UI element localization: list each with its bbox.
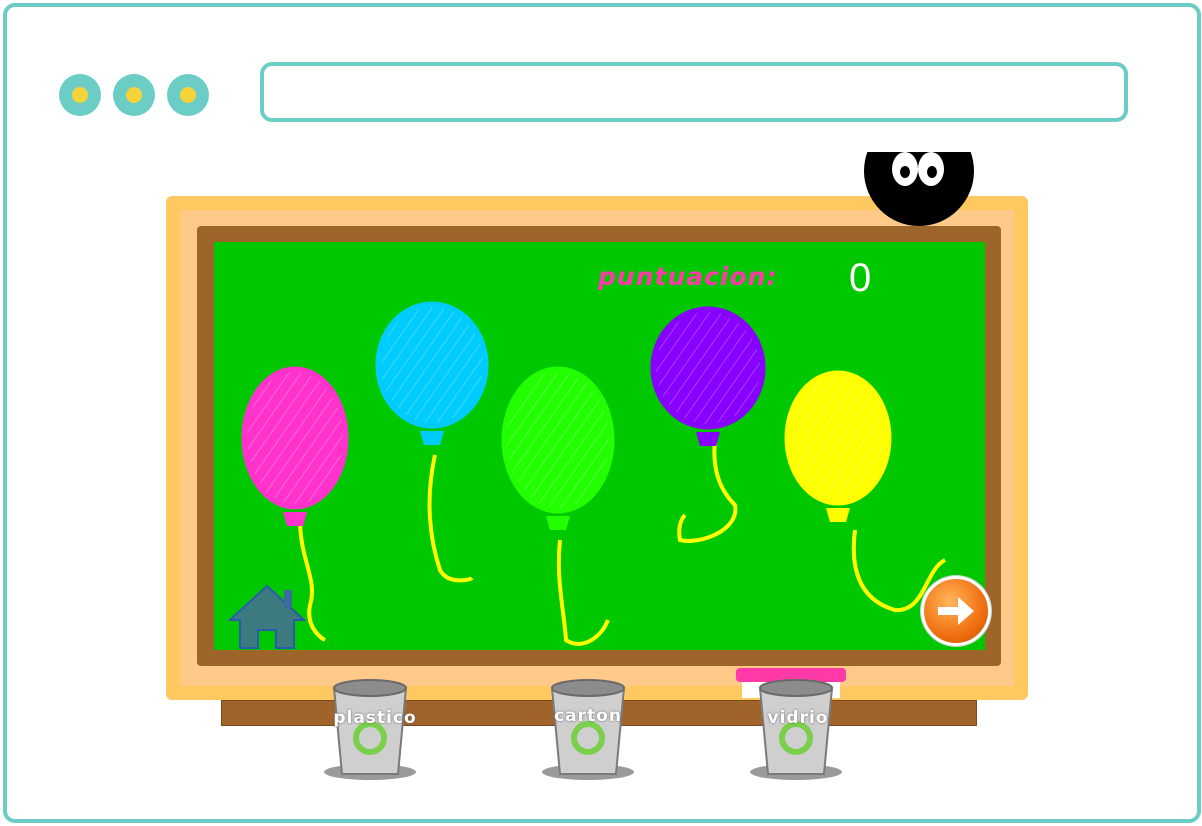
bin-carton[interactable]: [538, 676, 648, 782]
trash-bin-icon: [324, 679, 416, 780]
next-button[interactable]: [921, 576, 991, 646]
balloon-scribble: [381, 307, 483, 423]
balloon-knot: [826, 508, 850, 522]
balloon-purple[interactable]: [650, 306, 766, 543]
balloon-knot: [546, 516, 570, 530]
house-icon[interactable]: [228, 584, 306, 650]
balloon-string: [427, 454, 474, 583]
balloon-scribble: [507, 372, 609, 508]
balloon-scribble: [656, 312, 760, 424]
balloon-blue[interactable]: [375, 301, 489, 583]
balloon-yellow[interactable]: [784, 370, 947, 613]
balloon-knot: [696, 432, 720, 446]
bin-label-vidrio: vidrio: [767, 708, 829, 728]
balloon-knot: [420, 431, 444, 445]
bin-plastico[interactable]: [320, 676, 430, 782]
bin-vidrio[interactable]: [746, 676, 856, 782]
bin-label-carton: carton: [554, 706, 622, 726]
balloon-scribble: [790, 376, 886, 500]
balloon-knot: [283, 512, 307, 526]
trash-bin-icon: [542, 679, 634, 780]
balloon-green[interactable]: [501, 366, 615, 646]
balloon-scribble: [247, 372, 343, 504]
bin-label-plastico: plastico: [333, 708, 417, 728]
game-area: puntuacion: 0 plastico carton vidrio: [0, 0, 1202, 826]
balloon-string: [677, 439, 738, 543]
arrow-right-icon: [938, 597, 974, 625]
balloon-string: [556, 539, 610, 646]
trash-bin-icon: [750, 679, 842, 780]
